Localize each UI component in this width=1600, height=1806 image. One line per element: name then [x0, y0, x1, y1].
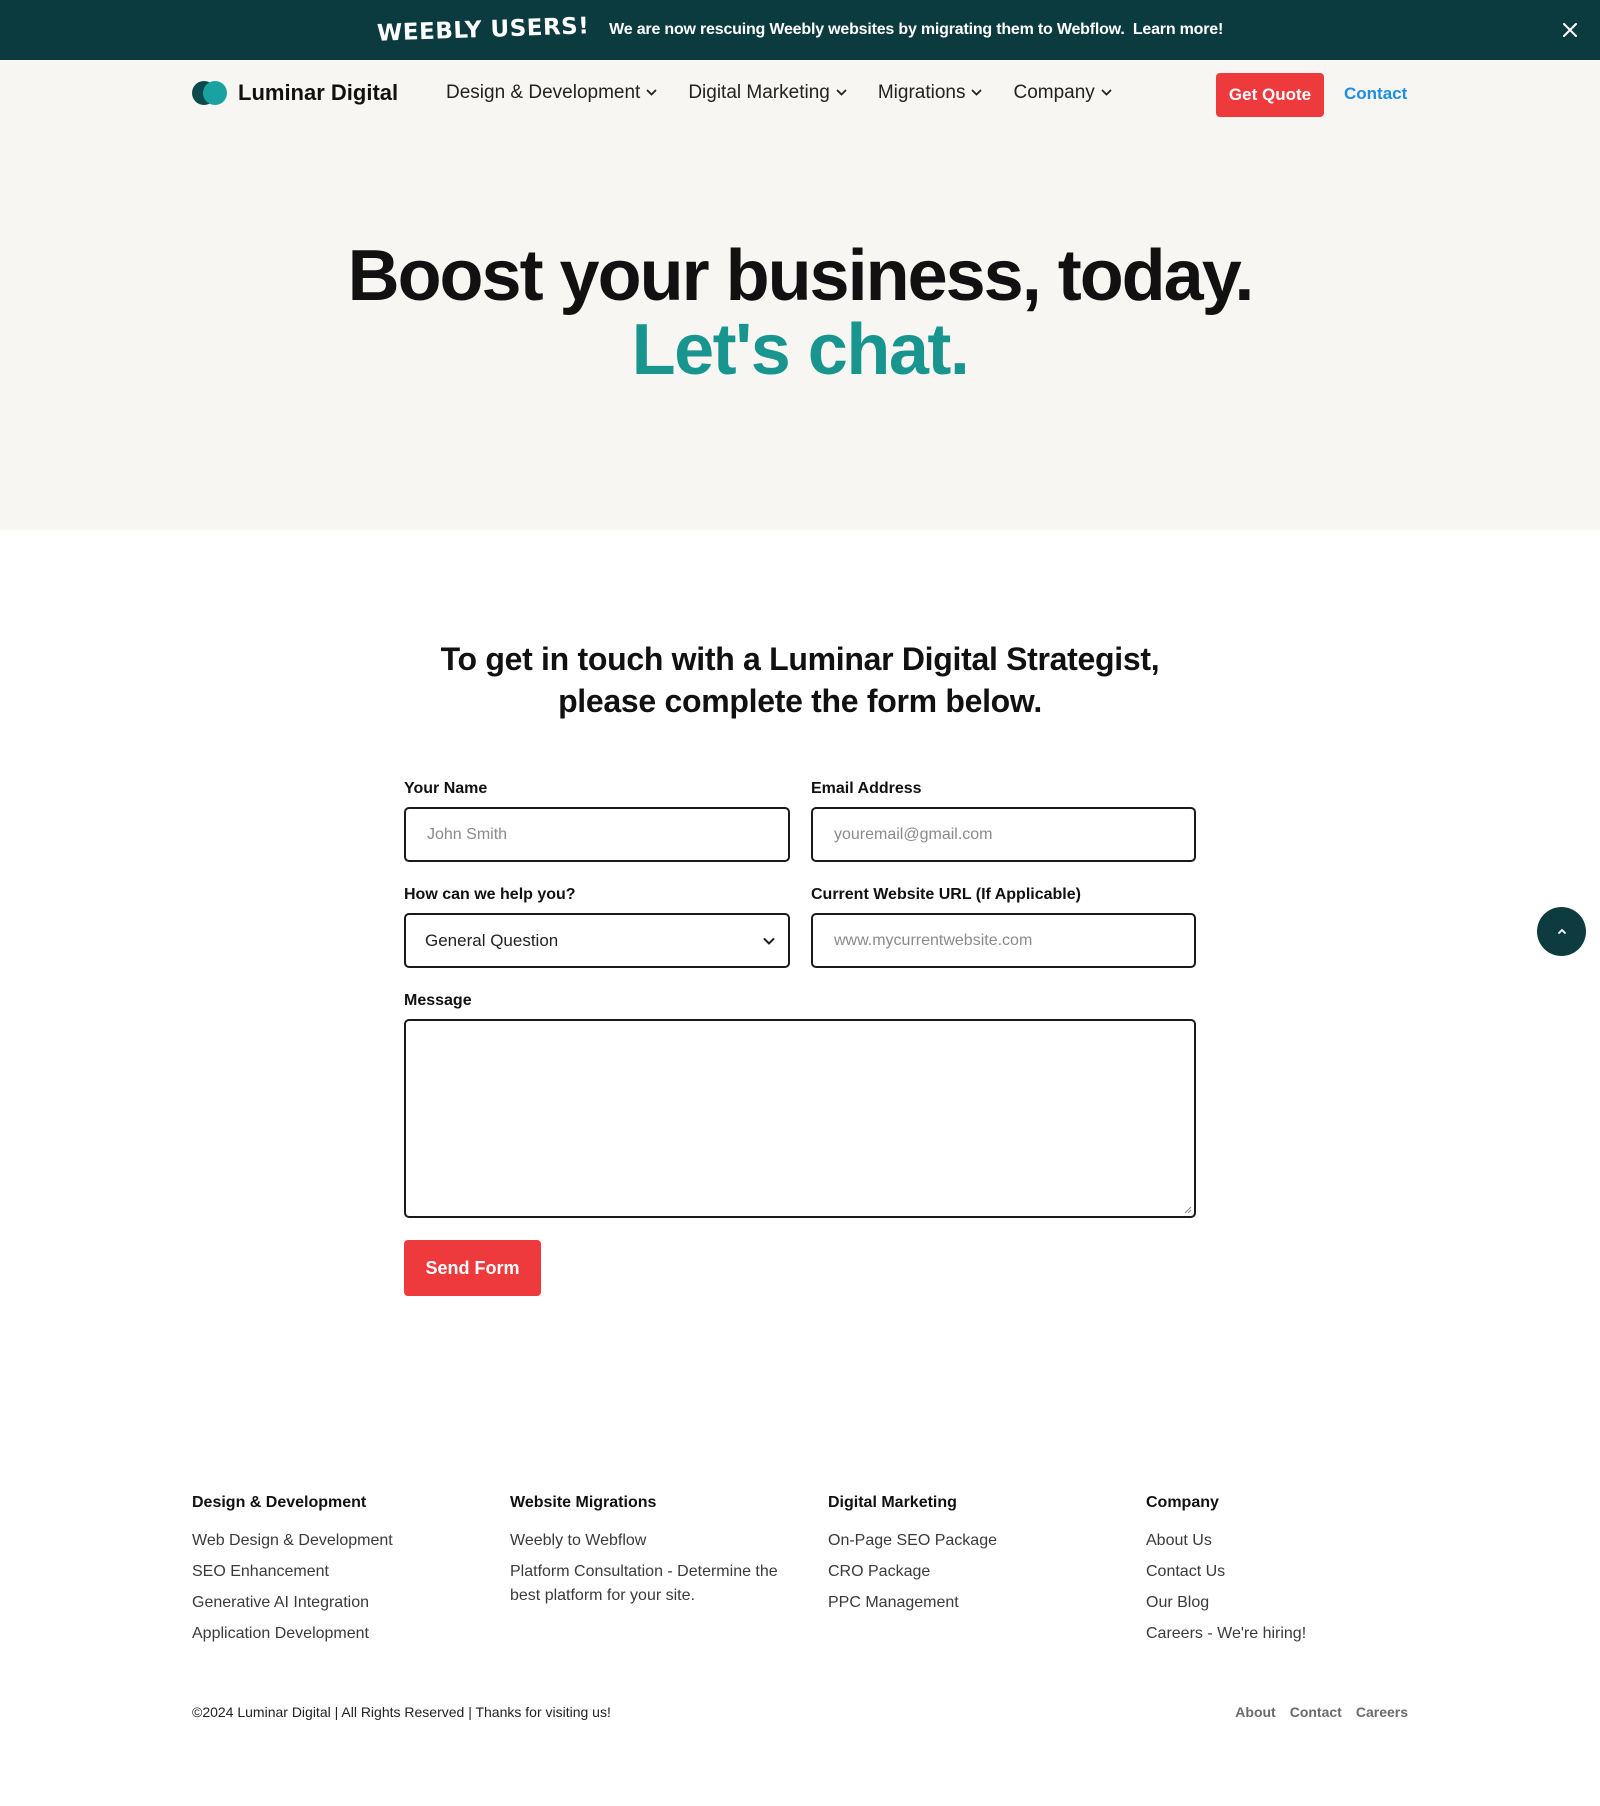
- announcement-bar: WEEBLY USERS! We are now rescuing Weebly…: [0, 0, 1600, 60]
- footer-bottom-nav: About Contact Careers: [1235, 1704, 1408, 1720]
- footer-link-about-us[interactable]: About Us: [1146, 1529, 1446, 1553]
- footer-link-our-blog[interactable]: Our Blog: [1146, 1591, 1446, 1615]
- footer-column-design-development: Design & Development Web Design & Develo…: [192, 1494, 492, 1653]
- nav-item-label: Design & Development: [446, 82, 641, 103]
- announcement-learn-more-link[interactable]: Learn more!: [1133, 21, 1223, 38]
- footer-column-heading: Website Migrations: [510, 1494, 657, 1511]
- close-icon[interactable]: [1558, 18, 1582, 42]
- announcement-message: We are now rescuing Weebly websites by m…: [609, 21, 1125, 38]
- footer-column-digital-marketing: Digital Marketing On-Page SEO Package CR…: [828, 1494, 1128, 1622]
- scroll-to-top-button[interactable]: [1537, 907, 1586, 956]
- nav-item-migrations[interactable]: Migrations: [878, 82, 983, 104]
- footer-link-application-development[interactable]: Application Development: [192, 1622, 492, 1646]
- footer-link-generative-ai[interactable]: Generative AI Integration: [192, 1591, 492, 1615]
- help-label: How can we help you?: [404, 886, 576, 903]
- footer-link-web-design[interactable]: Web Design & Development: [192, 1529, 492, 1553]
- message-textarea[interactable]: [404, 1019, 1196, 1218]
- website-url-input[interactable]: [811, 913, 1196, 968]
- hero-section: Boost your business, today. Let's chat.: [0, 130, 1600, 530]
- footer-link-seo-enhancement[interactable]: SEO Enhancement: [192, 1560, 492, 1584]
- help-select-value: General Question: [425, 930, 559, 950]
- nav-item-label: Migrations: [877, 82, 966, 103]
- announcement-text: We are now rescuing Weebly websites by m…: [609, 21, 1223, 39]
- name-label: Your Name: [404, 780, 488, 797]
- footer-column-company: Company About Us Contact Us Our Blog Car…: [1146, 1494, 1446, 1653]
- chevron-down-icon: [972, 89, 982, 96]
- footer-bottom-link-contact[interactable]: Contact: [1290, 1704, 1342, 1720]
- hero-title: Boost your business, today.: [347, 236, 1255, 316]
- footer-column-heading: Digital Marketing: [828, 1494, 957, 1511]
- footer-bottom-link-about[interactable]: About: [1235, 1704, 1275, 1720]
- announcement-badge: WEEBLY USERS!: [376, 13, 590, 47]
- footer-link-weebly-to-webflow[interactable]: Weebly to Webflow: [510, 1529, 780, 1553]
- chevron-down-icon: [763, 938, 775, 945]
- nav-item-company[interactable]: Company: [1013, 82, 1112, 104]
- footer-copyright: ©2024 Luminar Digital | All Rights Reser…: [192, 1704, 611, 1720]
- form-heading-line-1: To get in touch with a Luminar Digital S…: [440, 641, 1160, 677]
- footer-link-on-page-seo[interactable]: On-Page SEO Package: [828, 1529, 1128, 1553]
- logo[interactable]: Luminar Digital: [192, 80, 398, 106]
- resize-handle-icon[interactable]: [1182, 1204, 1192, 1214]
- form-heading-line-2: please complete the form below.: [558, 683, 1042, 719]
- email-input[interactable]: [811, 807, 1196, 862]
- get-quote-button[interactable]: Get Quote: [1216, 73, 1324, 117]
- form-heading: To get in touch with a Luminar Digital S…: [0, 638, 1600, 722]
- website-url-label: Current Website URL (If Applicable): [811, 886, 1081, 903]
- footer-column-website-migrations: Website Migrations Weebly to Webflow Pla…: [510, 1494, 780, 1615]
- chevron-down-icon: [836, 89, 847, 96]
- footer-column-heading: Company: [1146, 1494, 1219, 1511]
- footer-link-ppc-management[interactable]: PPC Management: [828, 1591, 1128, 1615]
- send-form-button[interactable]: Send Form: [404, 1240, 541, 1296]
- footer-column-heading: Design & Development: [192, 1494, 367, 1511]
- hero-torn-edge: [0, 500, 1600, 515]
- announcement-content: WEEBLY USERS! We are now rescuing Weebly…: [377, 13, 1224, 46]
- nav-item-digital-marketing[interactable]: Digital Marketing: [688, 82, 847, 104]
- chevron-up-icon: [1557, 928, 1566, 934]
- footer-link-cro-package[interactable]: CRO Package: [828, 1560, 1128, 1584]
- message-label: Message: [404, 992, 472, 1009]
- logo-icon: [192, 81, 228, 105]
- hero-subtitle: Let's chat.: [631, 310, 970, 390]
- footer-bottom-link-careers[interactable]: Careers: [1356, 1704, 1408, 1720]
- nav-item-design-development[interactable]: Design & Development: [446, 82, 657, 104]
- name-input[interactable]: [404, 807, 790, 862]
- help-select[interactable]: General Question: [404, 913, 790, 968]
- nav-item-label: Company: [1013, 82, 1095, 103]
- site-header: Luminar Digital Design & Development Dig…: [0, 60, 1600, 130]
- footer-link-platform-consultation[interactable]: Platform Consultation - Determine the be…: [510, 1560, 780, 1608]
- chevron-down-icon: [1101, 89, 1112, 96]
- chevron-down-icon: [646, 89, 657, 96]
- contact-link[interactable]: Contact: [1344, 84, 1407, 104]
- logo-text: Luminar Digital: [238, 80, 399, 105]
- main-nav: Design & Development Digital Marketing M…: [446, 82, 1112, 104]
- footer-link-contact-us[interactable]: Contact Us: [1146, 1560, 1446, 1584]
- nav-item-label: Digital Marketing: [688, 82, 830, 103]
- footer-link-careers[interactable]: Careers - We're hiring!: [1146, 1622, 1446, 1646]
- email-label: Email Address: [811, 780, 922, 797]
